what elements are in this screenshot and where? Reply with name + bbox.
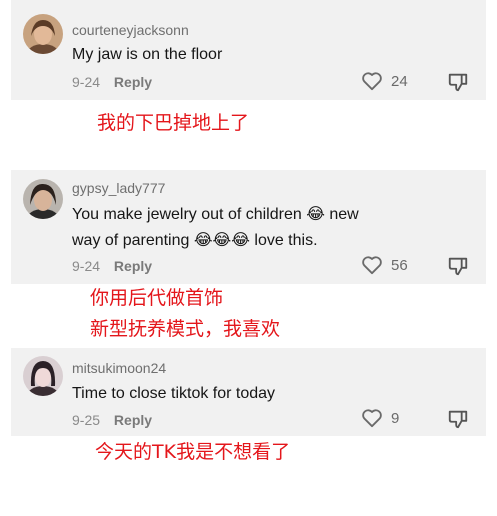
translation-annotation: 你用后代做首饰 bbox=[90, 287, 224, 309]
comment-date: 9-24 bbox=[72, 74, 101, 90]
like-count: 9 bbox=[391, 409, 400, 427]
dislike-icon[interactable] bbox=[447, 71, 469, 93]
translation-annotation: 新型抚养模式，我喜欢 bbox=[90, 318, 281, 340]
heart-icon bbox=[362, 72, 382, 91]
user-avatar-icon[interactable] bbox=[23, 179, 63, 219]
comment-username[interactable]: mitsukimoon24 bbox=[72, 360, 166, 376]
comment-text: Time to close tiktok for today bbox=[72, 385, 276, 402]
comment-card: mitsukimoon24 Time to close tiktok for t… bbox=[11, 348, 486, 436]
heart-icon bbox=[362, 409, 382, 428]
comment-username[interactable]: courteneyjacksonn bbox=[72, 22, 189, 38]
comment-text-line-1: You make jewelry out of children 😂 new bbox=[72, 206, 359, 223]
comment-meta: 9-24 Reply bbox=[72, 258, 152, 274]
comment-text-line-2: way of parenting 😂😂😂 love this. bbox=[72, 232, 318, 249]
translation-annotation: 我的下巴掉地上了 bbox=[97, 112, 250, 134]
comment-date: 9-24 bbox=[72, 258, 101, 274]
like-count: 24 bbox=[391, 72, 408, 90]
translation-annotation: 今天的TK我是不想看了 bbox=[95, 441, 291, 463]
dislike-icon[interactable] bbox=[447, 255, 469, 277]
comment-username[interactable]: gypsy_lady777 bbox=[72, 180, 165, 196]
reply-button[interactable]: Reply bbox=[114, 412, 152, 428]
heart-icon bbox=[362, 256, 382, 275]
reply-button[interactable]: Reply bbox=[114, 74, 152, 90]
comment-text: My jaw is on the floor bbox=[72, 46, 223, 63]
comment-card: courteneyjacksonn My jaw is on the floor… bbox=[11, 0, 486, 100]
like-button[interactable]: 56 bbox=[361, 255, 408, 275]
comment-card: gypsy_lady777 You make jewelry out of ch… bbox=[11, 170, 486, 284]
like-button[interactable]: 9 bbox=[361, 408, 399, 428]
reply-button[interactable]: Reply bbox=[114, 258, 152, 274]
user-avatar-icon[interactable] bbox=[23, 356, 63, 396]
comment-date: 9-25 bbox=[72, 412, 101, 428]
like-button[interactable]: 24 bbox=[361, 71, 408, 91]
comment-meta: 9-24 Reply bbox=[72, 74, 152, 90]
like-count: 56 bbox=[391, 256, 408, 274]
dislike-icon[interactable] bbox=[447, 408, 469, 430]
user-avatar-icon[interactable] bbox=[23, 14, 63, 54]
comment-meta: 9-25 Reply bbox=[72, 412, 152, 428]
